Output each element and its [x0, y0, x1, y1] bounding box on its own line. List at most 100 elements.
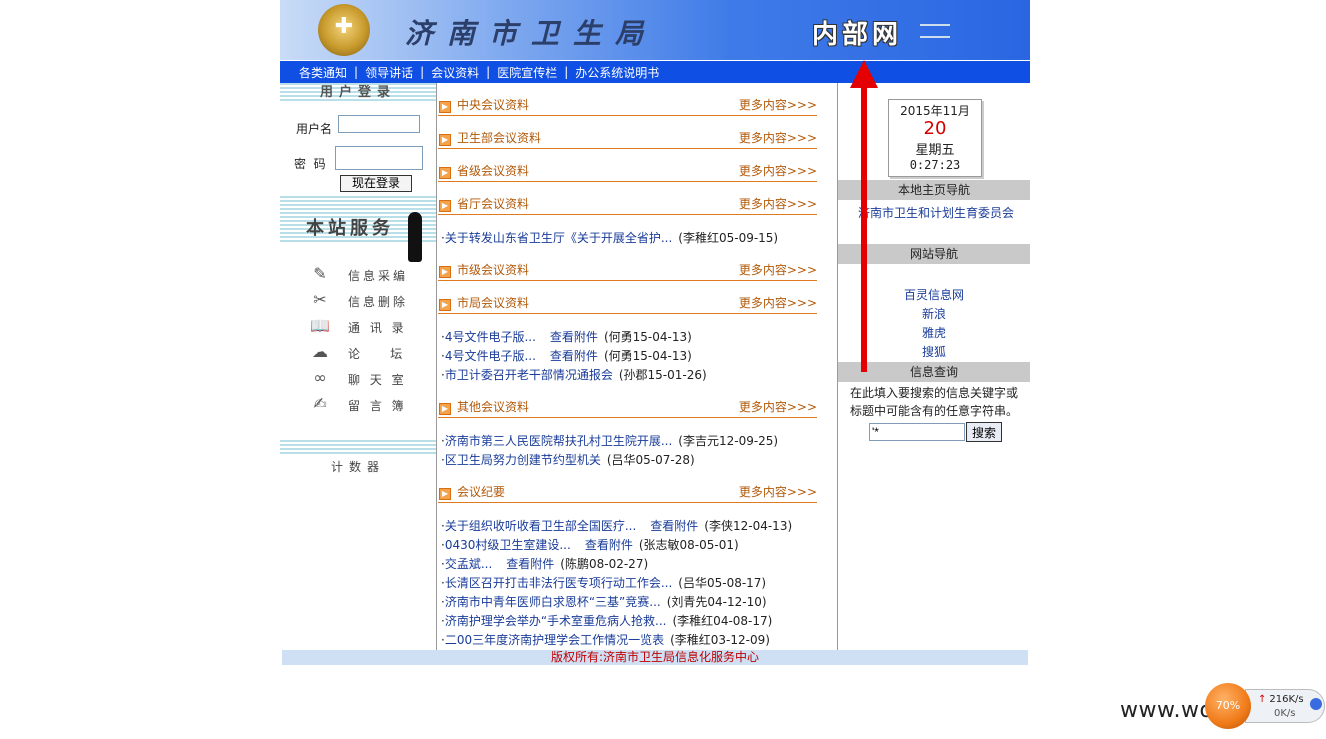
speed-ball-icon[interactable]: 70%	[1205, 683, 1251, 729]
category-item-list: ·济南市第三人民医院帮扶孔村卫生院开展... (李吉元12-09-25) ·区卫生局…	[437, 418, 837, 470]
category-title[interactable]: 市局会议资料	[457, 294, 529, 311]
more-link[interactable]: 更多内容>>>	[739, 195, 817, 212]
person-silhouette-icon	[408, 212, 422, 262]
banner: ✚ 济南市卫生局 内部网	[280, 0, 1030, 60]
services-header: 本站服务	[280, 196, 436, 262]
emblem-glyph: ✚	[334, 14, 354, 39]
service-label[interactable]: 聊 天 室	[348, 371, 407, 388]
service-label[interactable]: 信息采编	[348, 267, 408, 284]
network-speed-widget[interactable]: 216K/s 0K/s 70%	[1205, 683, 1325, 729]
login-form: 用户名 密 码 现在登录	[280, 103, 436, 196]
username-input[interactable]	[338, 115, 420, 133]
calendar-time: 0:27:23	[909, 158, 961, 172]
chat-icon: ∞	[313, 368, 327, 387]
service-item-chat[interactable]: ∞ 聊 天 室	[280, 366, 436, 392]
attachment-link[interactable]: 查看附件	[550, 330, 598, 344]
main-content: ▶ 中央会议资料 更多内容>>> ▶ 卫生部会议资料 更多内容>>> ▶ 省级会议资料 更多内容…	[437, 83, 838, 666]
service-item-forum[interactable]: ☁ 论 坛	[280, 340, 436, 366]
service-label[interactable]: 论 坛	[348, 345, 405, 362]
nav-hospital-promo[interactable]: 医院宣传栏	[492, 64, 562, 81]
item-title-link[interactable]: 区卫生局努力创建节约型机关	[445, 453, 601, 467]
list-item: ·济南市中青年医师白求恩杯“三基”竞赛... (刘青先04-12-10)	[441, 593, 837, 612]
item-title-link[interactable]: 4号文件电子版...	[445, 349, 536, 363]
service-item-edit[interactable]: ✎ 信息采编	[280, 262, 436, 288]
password-input[interactable]	[335, 146, 423, 170]
item-title-link[interactable]: 交孟斌...	[445, 557, 492, 571]
item-title-link[interactable]: 济南市中青年医师白求恩杯“三基”竞赛...	[445, 595, 661, 609]
category-header: ▶ 市级会议资料 更多内容>>>	[437, 248, 837, 281]
item-title-link[interactable]: 济南市第三人民医院帮扶孔村卫生院开展...	[445, 434, 672, 448]
nav-notices[interactable]: 各类通知	[294, 64, 352, 81]
password-label: 密 码	[294, 157, 326, 171]
nav-separator: |	[420, 65, 425, 79]
left-sidebar: 用户登录 用户名 密 码 现在登录 本站服务 ✎ 信息采编 ✂ 信息删除 📖 通…	[280, 83, 437, 650]
download-speed: 0K/s	[1274, 708, 1296, 719]
list-item: ·关于组织收听收看卫生部全国医疗... 查看附件 (李侠12-04-13)	[441, 517, 837, 536]
category-title[interactable]: 省厅会议资料	[457, 195, 529, 212]
category-title[interactable]: 其他会议资料	[457, 398, 529, 415]
item-title-link[interactable]: 0430村级卫生室建设...	[445, 538, 571, 552]
item-meta: (吕华05-07-28)	[606, 453, 695, 467]
emblem-logo: ✚	[318, 4, 370, 56]
more-link[interactable]: 更多内容>>>	[739, 162, 817, 179]
more-link[interactable]: 更多内容>>>	[739, 261, 817, 278]
site-title: 济南市卫生局	[405, 17, 658, 50]
service-label[interactable]: 信息删除	[348, 293, 408, 310]
nav-separator: |	[354, 65, 359, 79]
category-title[interactable]: 卫生部会议资料	[457, 129, 541, 146]
attachment-link[interactable]: 查看附件	[506, 557, 554, 571]
item-title-link[interactable]: 4号文件电子版...	[445, 330, 536, 344]
service-item-addressbook[interactable]: 📖 通 讯 录	[280, 314, 436, 340]
more-link[interactable]: 更多内容>>>	[739, 129, 817, 146]
attachment-link[interactable]: 查看附件	[650, 519, 698, 533]
item-title-link[interactable]: 济南护理学会举办“手术室重危病人抢救...	[445, 614, 667, 628]
item-meta: (李稚红05-09-15)	[678, 231, 779, 245]
service-item-delete[interactable]: ✂ 信息删除	[280, 288, 436, 314]
list-item: ·关于转发山东省卫生厅《关于开展全省护... (李稚红05-09-15)	[441, 229, 837, 248]
attachment-link[interactable]: 查看附件	[550, 349, 598, 363]
attachment-link[interactable]: 查看附件	[585, 538, 633, 552]
category-title[interactable]: 省级会议资料	[457, 162, 529, 179]
upload-speed: 216K/s	[1258, 694, 1303, 705]
local-nav-link[interactable]: 济南市卫生和计划生育委员会	[846, 204, 1026, 223]
item-title-link[interactable]: 关于组织收听收看卫生部全国医疗...	[445, 519, 636, 533]
category-title[interactable]: 市级会议资料	[457, 261, 529, 278]
item-title-link[interactable]: 市卫计委召开老干部情况通报会	[445, 368, 613, 382]
item-meta: (吕华05-08-17)	[678, 576, 767, 590]
category-underline	[438, 313, 817, 314]
more-link[interactable]: 更多内容>>>	[739, 96, 817, 113]
category-title[interactable]: 会议纪要	[457, 483, 505, 500]
more-link[interactable]: 更多内容>>>	[739, 483, 817, 500]
more-link[interactable]: 更多内容>>>	[739, 398, 817, 415]
speed-panel: 216K/s 0K/s	[1245, 689, 1325, 723]
nav-meeting-materials[interactable]: 会议资料	[426, 64, 484, 81]
login-header: 用户登录	[280, 83, 436, 103]
item-meta: (刘青先04-12-10)	[666, 595, 767, 609]
category-title[interactable]: 中央会议资料	[457, 96, 529, 113]
more-link[interactable]: 更多内容>>>	[739, 294, 817, 311]
book-icon: 📖	[310, 316, 330, 335]
list-item: ·4号文件电子版... 查看附件 (何勇15-04-13)	[441, 347, 837, 366]
list-item: ·济南护理学会举办“手术室重危病人抢救... (李稚红04-08-17)	[441, 612, 837, 631]
category-header: ▶ 卫生部会议资料 更多内容>>>	[437, 116, 837, 149]
counter-label: 计数器	[330, 460, 385, 474]
footer-copyright: 版权所有:济南市卫生局信息化服务中心	[282, 650, 1028, 665]
search-button[interactable]: 搜索	[966, 422, 1002, 442]
decorative-lines	[920, 24, 950, 38]
nav-leader-speeches[interactable]: 领导讲话	[360, 64, 418, 81]
item-title-link[interactable]: 二00三年度济南护理学会工作情况一览表	[445, 633, 664, 647]
item-meta: (陈鹏08-02-27)	[560, 557, 649, 571]
service-label[interactable]: 留 言 簿	[348, 397, 407, 414]
item-title-link[interactable]: 长清区召开打击非法行医专项行动工作会...	[445, 576, 672, 590]
service-label[interactable]: 通 讯 录	[348, 319, 407, 336]
speed-close-icon[interactable]	[1310, 698, 1322, 710]
search-input[interactable]	[869, 423, 965, 441]
category-header: ▶ 省厅会议资料 更多内容>>>	[437, 182, 837, 215]
login-button[interactable]: 现在登录	[340, 175, 412, 192]
arrow-right-icon: ▶	[439, 266, 451, 278]
service-item-guestbook[interactable]: ✍ 留 言 簿	[280, 392, 436, 418]
calendar-year-month: 2015年11月	[900, 104, 970, 118]
nav-separator: |	[486, 65, 491, 79]
item-title-link[interactable]: 关于转发山东省卫生厅《关于开展全省护...	[445, 231, 672, 245]
nav-office-manual[interactable]: 办公系统说明书	[570, 64, 664, 81]
